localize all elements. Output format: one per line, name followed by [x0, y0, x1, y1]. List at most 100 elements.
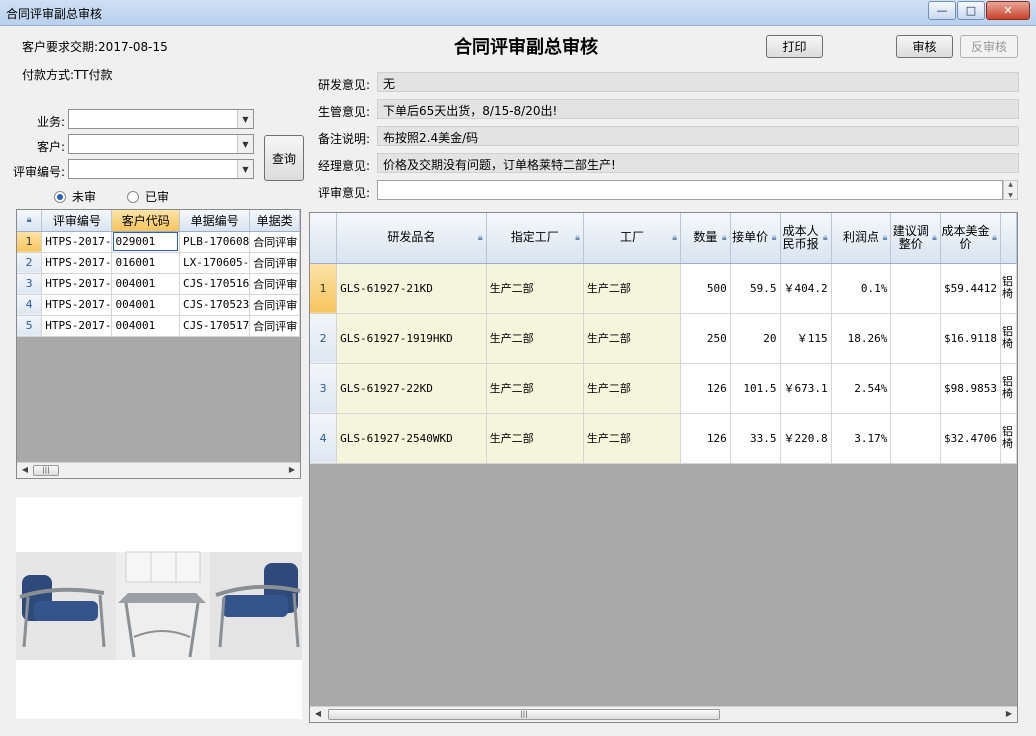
chevron-down-icon[interactable]: ▼ [237, 160, 253, 178]
col-factory[interactable]: 工厂 🔒︎ [583, 213, 682, 264]
table-cell[interactable]: 合同评审 [249, 294, 300, 316]
unapprove-button[interactable]: 反审核 [960, 35, 1018, 58]
table-cell[interactable]: 生产二部 [583, 413, 682, 464]
table-cell[interactable]: PLB-170608 [179, 231, 251, 253]
col-doc-type[interactable]: 单据类 [249, 210, 300, 232]
col-profit-point[interactable]: 利润点 🔒︎ [831, 213, 892, 264]
table-cell[interactable]: 生产二部 [486, 363, 584, 414]
review-list-hscrollbar[interactable]: ◀ ||| ▶ [17, 462, 300, 478]
table-cell[interactable]: ￥220.8 [780, 413, 832, 464]
table-cell[interactable]: 016001 [111, 252, 180, 274]
customer-combo[interactable]: ▼ [68, 134, 254, 154]
table-cell[interactable]: 生产二部 [583, 313, 682, 364]
table-cell[interactable]: ￥115 [780, 313, 832, 364]
table-cell[interactable]: 铝椅 [1000, 263, 1017, 314]
table-cell[interactable]: GLS-61927-22KD [336, 363, 487, 414]
scroll-right-icon[interactable]: ▶ [286, 465, 298, 474]
table-cell[interactable]: HTPS-2017- [41, 252, 113, 274]
scroll-right-icon[interactable]: ▶ [1003, 709, 1015, 718]
review-list-row[interactable]: 5 HTPS-2017- 004001 CJS-170517 合同评审 [17, 315, 300, 337]
table-cell[interactable]: 生产二部 [486, 263, 584, 314]
table-cell[interactable] [890, 313, 941, 364]
grid-corner-lock-icon[interactable]: 🔒︎ [17, 210, 43, 232]
review-list-row[interactable]: 2 HTPS-2017- 016001 LX-170605- 合同评审 [17, 252, 300, 274]
table-cell[interactable]: ￥404.2 [780, 263, 832, 314]
table-cell[interactable]: 生产二部 [583, 363, 682, 414]
row-number[interactable]: 4 [310, 413, 338, 464]
table-cell[interactable]: 126 [680, 413, 731, 464]
product-detail-hscrollbar[interactable]: ◀ ||| ▶ [310, 706, 1017, 722]
table-cell[interactable]: 铝椅 [1000, 413, 1017, 464]
chevron-down-icon[interactable]: ▼ [237, 110, 253, 128]
table-cell[interactable]: 2.54% [831, 363, 892, 414]
table-cell[interactable]: 20 [730, 313, 781, 364]
row-number[interactable]: 2 [310, 313, 338, 364]
table-cell[interactable] [890, 263, 941, 314]
table-cell[interactable]: 合同评审 [249, 231, 300, 253]
product-detail-row[interactable]: 3 GLS-61927-22KD 生产二部 生产二部 126 101.5 ￥673.1 2.5… [310, 363, 1017, 414]
table-cell[interactable]: 59.5 [730, 263, 781, 314]
table-cell[interactable]: HTPS-2017- [41, 315, 113, 337]
col-customer-code[interactable]: 客户代码 [111, 210, 180, 232]
table-cell[interactable]: 004001 [111, 273, 180, 295]
table-cell[interactable]: HTPS-2017- [41, 273, 113, 295]
chevron-down-icon[interactable]: ▼ [237, 135, 253, 153]
row-number[interactable]: 3 [17, 273, 43, 295]
scroll-left-icon[interactable]: ◀ [19, 465, 31, 474]
col-suggested-price[interactable]: 建议调整价 🔒︎ [890, 213, 941, 264]
business-combo[interactable]: ▼ [68, 109, 254, 129]
table-cell[interactable]: $16.9118 [940, 313, 1001, 364]
radio-reviewed[interactable]: 已审 [127, 188, 169, 205]
table-cell[interactable]: GLS-61927-1919HKD [336, 313, 487, 364]
table-cell[interactable]: $59.4412 [940, 263, 1001, 314]
table-cell[interactable]: 合同评审 [249, 315, 300, 337]
review-list-row[interactable]: 1 HTPS-2017- 029001 PLB-170608 合同评审 [17, 231, 300, 253]
col-overflow[interactable] [1000, 213, 1017, 264]
table-cell[interactable]: ￥673.1 [780, 363, 832, 414]
col-cost-usd[interactable]: 成本美金价 🔒︎ [940, 213, 1001, 264]
product-detail-row[interactable]: 1 GLS-61927-21KD 生产二部 生产二部 500 59.5 ￥404.2 0.1%… [310, 263, 1017, 314]
review-list-row[interactable]: 4 HTPS-2017- 004001 CJS-170523 合同评审 [17, 294, 300, 316]
table-cell[interactable]: HTPS-2017- [41, 294, 113, 316]
table-cell[interactable]: CJS-170516 [179, 273, 251, 295]
table-cell[interactable]: 合同评审 [249, 252, 300, 274]
table-cell[interactable]: 3.17% [831, 413, 892, 464]
table-cell[interactable]: 合同评审 [249, 273, 300, 295]
col-cost-rmb[interactable]: 成本人民币报 🔒︎ [780, 213, 832, 264]
review-list-row[interactable]: 3 HTPS-2017- 004001 CJS-170516 合同评审 [17, 273, 300, 295]
radio-unreviewed[interactable]: 未审 [54, 188, 96, 205]
table-cell[interactable]: 18.26% [831, 313, 892, 364]
table-cell[interactable]: 004001 [111, 315, 180, 337]
col-quantity[interactable]: 数量 🔒︎ [680, 213, 731, 264]
scroll-thumb[interactable]: ||| [328, 709, 720, 720]
table-cell[interactable]: 铝椅 [1000, 313, 1017, 364]
review-opinion-scrollbar[interactable]: ▲ ▼ [1003, 180, 1018, 200]
table-cell[interactable]: 铝椅 [1000, 363, 1017, 414]
row-number[interactable]: 4 [17, 294, 43, 316]
table-cell[interactable] [890, 413, 941, 464]
product-detail-row[interactable]: 4 GLS-61927-2540WKD 生产二部 生产二部 126 33.5 ￥220.8 3… [310, 413, 1017, 464]
table-cell[interactable]: $98.9853 [940, 363, 1001, 414]
table-cell[interactable]: 126 [680, 363, 731, 414]
table-cell[interactable]: $32.4706 [940, 413, 1001, 464]
table-cell[interactable]: 生产二部 [486, 313, 584, 364]
table-cell[interactable]: 004001 [111, 294, 180, 316]
print-button[interactable]: 打印 [766, 35, 823, 58]
review-no-combo[interactable]: ▼ [68, 159, 254, 179]
maximize-button[interactable]: □ [957, 1, 985, 20]
col-assigned-factory[interactable]: 指定工厂 🔒︎ [486, 213, 584, 264]
close-button[interactable]: ✕ [986, 1, 1030, 20]
row-number[interactable]: 3 [310, 363, 338, 414]
review-opinion-input[interactable] [377, 180, 1003, 200]
table-cell[interactable]: 250 [680, 313, 731, 364]
approve-button[interactable]: 审核 [896, 35, 953, 58]
table-cell[interactable]: GLS-61927-21KD [336, 263, 487, 314]
table-cell[interactable]: LX-170605- [179, 252, 251, 274]
row-number[interactable]: 2 [17, 252, 43, 274]
table-cell[interactable]: HTPS-2017- [41, 231, 113, 253]
table-cell[interactable]: 500 [680, 263, 731, 314]
table-cell[interactable]: 生产二部 [583, 263, 682, 314]
minimize-button[interactable]: — [928, 1, 956, 20]
col-rd-product-name[interactable]: 研发品名 🔒︎ [336, 213, 487, 264]
table-cell[interactable]: 生产二部 [486, 413, 584, 464]
